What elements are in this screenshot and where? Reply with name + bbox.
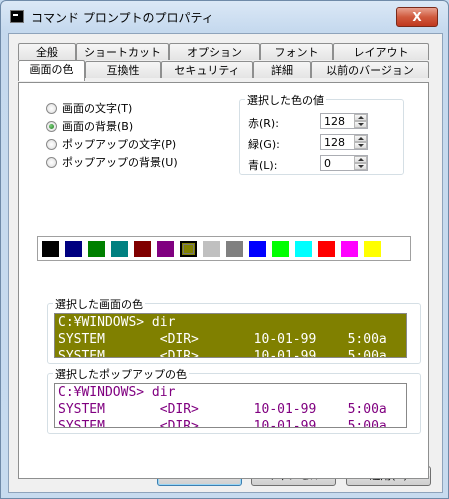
red-spinner[interactable]: 128 [320, 113, 368, 129]
popup-preview-line2: SYSTEM <DIR> 10-01-99 5:00a [58, 402, 387, 417]
spin-up-icon[interactable] [354, 156, 367, 163]
popup-preview-box: C:¥WINDOWS> dir SYSTEM <DIR> 10-01-99 5:… [54, 383, 407, 428]
screen-preview-line2: SYSTEM <DIR> 10-01-99 5:00a [58, 332, 387, 347]
spin-down-icon[interactable] [354, 163, 367, 170]
screen-preview-box: C:¥WINDOWS> dir SYSTEM <DIR> 10-01-99 5:… [54, 313, 407, 358]
radio-screen-background[interactable]: 画面の背景(B) [46, 118, 133, 134]
red-value[interactable]: 128 [324, 115, 345, 128]
color-swatch[interactable] [88, 241, 105, 257]
spin-buttons [354, 114, 367, 128]
tab-panel-screen-colors: 画面の文字(T) 画面の背景(B) ポップアップの文字(P) ポップアップの背景… [18, 82, 429, 479]
color-swatch[interactable] [134, 241, 151, 257]
color-swatch[interactable] [295, 241, 312, 257]
tab-font[interactable]: フォント [260, 43, 333, 60]
color-swatch[interactable] [249, 241, 266, 257]
spin-down-icon[interactable] [354, 121, 367, 128]
screen-preview-title: 選択した画面の色 [53, 296, 145, 312]
tab-shortcut[interactable]: ショートカット [76, 43, 169, 60]
popup-preview-line3: SYSTEM <DIR> 10-01-99 5:00a [58, 419, 387, 428]
tab-screen-colors[interactable]: 画面の色 [18, 60, 85, 81]
color-swatch[interactable] [65, 241, 82, 257]
popup-preview-line1: C:¥WINDOWS> dir [58, 385, 176, 400]
color-swatch[interactable] [364, 241, 381, 257]
close-button[interactable]: X [396, 7, 438, 27]
spin-down-icon[interactable] [354, 142, 367, 149]
radio-label: 画面の背景(B) [62, 120, 134, 133]
color-swatch[interactable] [203, 241, 220, 257]
tab-compatibility[interactable]: 互換性 [85, 61, 161, 78]
radio-button[interactable] [46, 156, 57, 168]
blue-value[interactable]: 0 [324, 157, 331, 170]
color-swatch[interactable] [272, 241, 289, 257]
radio-popup-background[interactable]: ポップアップの背景(U) [46, 154, 178, 170]
green-spinner[interactable]: 128 [320, 134, 368, 150]
color-swatch[interactable] [226, 241, 243, 257]
screen-preview-line3: SYSTEM <DIR> 10-01-99 5:00a [58, 349, 387, 358]
dialog-client: 全般 ショートカット オプション フォント レイアウト 画面の色 互換性 セキュ… [8, 33, 443, 493]
color-values-title: 選択した色の値 [245, 92, 326, 108]
radio-label: ポップアップの背景(U) [62, 156, 178, 169]
tab-layout[interactable]: レイアウト [333, 43, 429, 60]
green-value[interactable]: 128 [324, 136, 345, 149]
popup-preview-title: 選択したポップアップの色 [53, 366, 189, 382]
tab-options[interactable]: オプション [169, 43, 260, 60]
radio-button[interactable] [46, 102, 57, 114]
color-swatch[interactable] [111, 241, 128, 257]
tab-previous-versions[interactable]: 以前のバージョン [311, 61, 429, 78]
radio-screen-text[interactable]: 画面の文字(T) [46, 100, 132, 116]
console-icon [10, 10, 24, 23]
color-swatch[interactable] [42, 241, 59, 257]
color-swatch[interactable] [341, 241, 358, 257]
spin-buttons [354, 135, 367, 149]
tab-details[interactable]: 詳細 [253, 61, 311, 78]
color-swatch[interactable] [180, 241, 197, 257]
radio-popup-text[interactable]: ポップアップの文字(P) [46, 136, 176, 152]
blue-spinner[interactable]: 0 [320, 155, 368, 171]
screen-preview-line1: C:¥WINDOWS> dir [58, 315, 176, 330]
blue-label: 青(L): [248, 159, 278, 172]
spin-up-icon[interactable] [354, 135, 367, 142]
tab-security[interactable]: セキュリティ [161, 61, 253, 78]
radio-label: ポップアップの文字(P) [62, 138, 177, 151]
window-title: コマンド プロンプトのプロパティ [31, 11, 214, 25]
color-swatch[interactable] [157, 241, 174, 257]
radio-button[interactable] [46, 138, 57, 150]
spin-buttons [354, 156, 367, 170]
color-swatch[interactable] [387, 241, 404, 257]
red-label: 赤(R): [248, 117, 279, 130]
green-label: 緑(G): [248, 138, 280, 151]
tab-general[interactable]: 全般 [18, 43, 76, 60]
dialog-window: コマンド プロンプトのプロパティ X 全般 ショートカット オプション フォント… [0, 0, 449, 499]
title-bar[interactable]: コマンド プロンプトのプロパティ X [1, 1, 448, 33]
color-palette [37, 236, 411, 261]
color-swatch[interactable] [318, 241, 335, 257]
spin-up-icon[interactable] [354, 114, 367, 121]
radio-button-selected[interactable] [46, 120, 57, 132]
radio-label: 画面の文字(T) [62, 102, 133, 115]
